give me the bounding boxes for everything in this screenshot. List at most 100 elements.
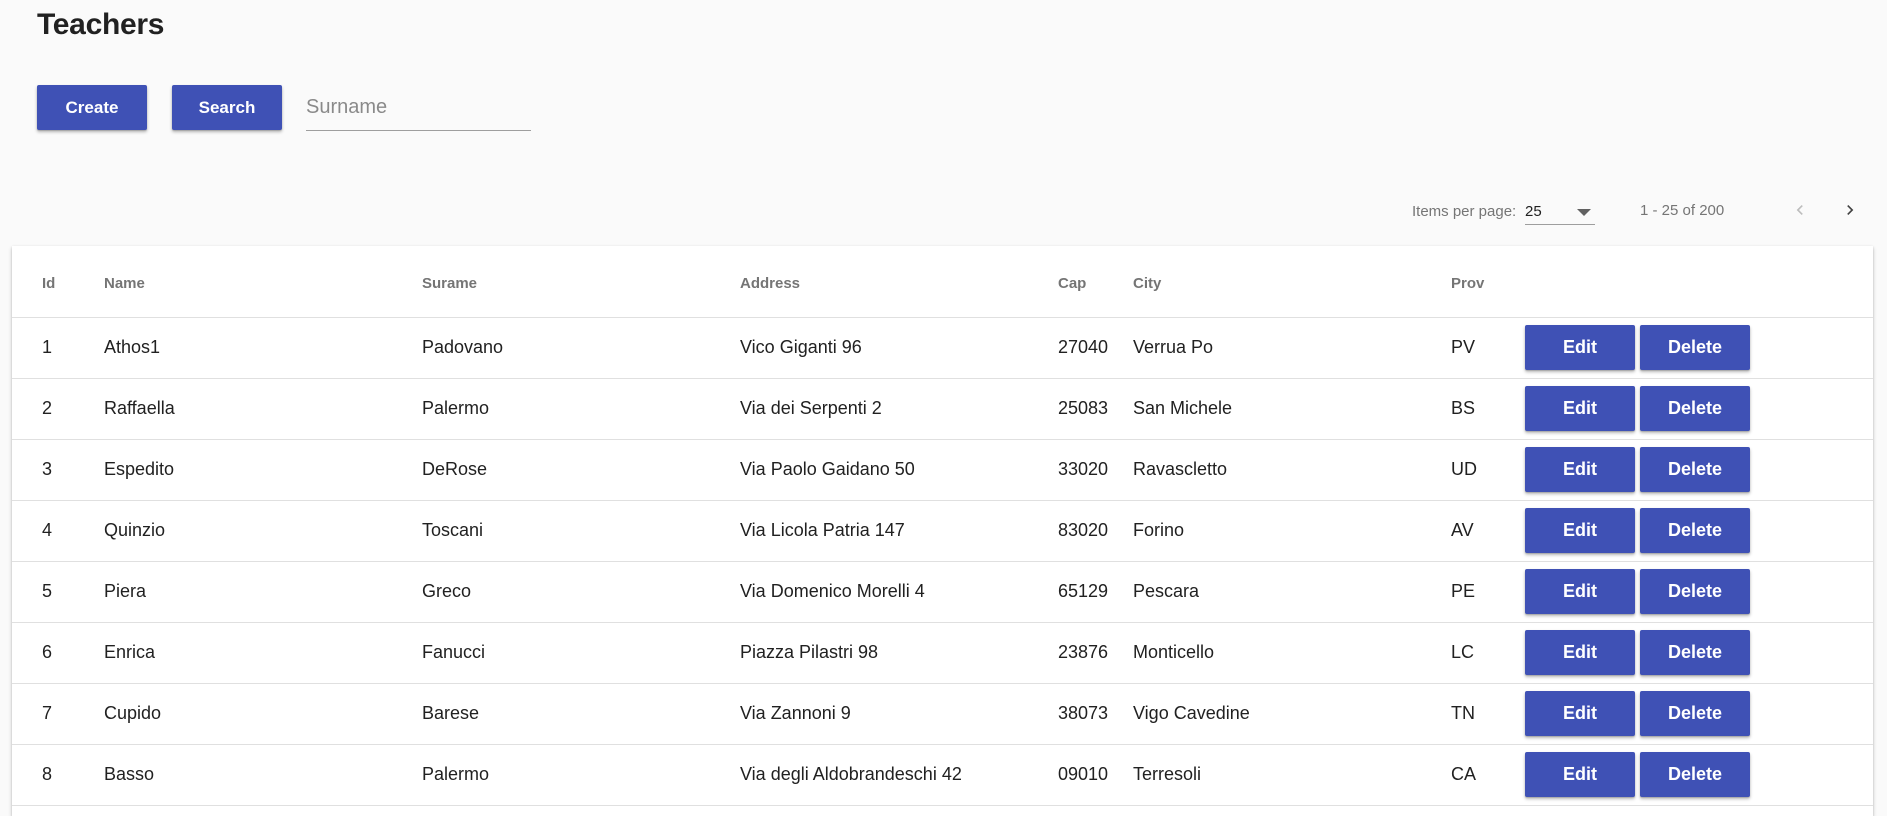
cell-city: Ravascletto [1133, 439, 1451, 501]
cell-surname: DeRose [422, 439, 740, 501]
cell-address: Via Licola Patria 147 [740, 500, 1058, 562]
table-header-row: Id Name Surame Address Cap City Prov [12, 246, 1873, 318]
cell-name: Athos1 [104, 317, 422, 379]
cell-city: Terresoli [1133, 744, 1451, 806]
edit-button[interactable]: Edit [1525, 447, 1635, 492]
cell-name: Cupido [104, 683, 422, 745]
cell-prov: PV [1451, 317, 1525, 379]
cell-name: Quinzio [104, 500, 422, 562]
edit-button[interactable]: Edit [1525, 691, 1635, 736]
delete-button[interactable]: Delete [1640, 691, 1750, 736]
table-row: 4 Quinzio Toscani Via Licola Patria 147 … [12, 500, 1873, 562]
table-row: 7 Cupido Barese Via Zannoni 9 38073 Vigo… [12, 683, 1873, 745]
delete-button[interactable]: Delete [1640, 752, 1750, 797]
chevron-right-icon [1847, 205, 1854, 215]
paginator: Items per page: 25 1 - 25 of 200 [12, 176, 1873, 246]
cell-actions: Edit Delete [1525, 378, 1873, 440]
column-header-cap[interactable]: Cap [1058, 246, 1133, 318]
cell-actions: Edit Delete [1525, 561, 1873, 623]
table-row: 1 Athos1 Padovano Vico Giganti 96 27040 … [12, 317, 1873, 379]
column-header-id[interactable]: Id [12, 246, 104, 318]
cell-cap: 25083 [1058, 378, 1133, 440]
column-header-prov[interactable]: Prov [1451, 246, 1525, 318]
table-row: 2 Raffaella Palermo Via dei Serpenti 2 2… [12, 378, 1873, 440]
cell-surname: Palermo [422, 378, 740, 440]
cell-name: Raffaella [104, 378, 422, 440]
cell-prov: LC [1451, 622, 1525, 684]
cell-surname: Greco [422, 561, 740, 623]
cell-actions: Edit Delete [1525, 744, 1873, 806]
teachers-table-container: Id Name Surame Address Cap City Prov 1 A… [12, 246, 1873, 816]
delete-button[interactable]: Delete [1640, 508, 1750, 553]
cell-address: Via dei Serpenti 2 [740, 378, 1058, 440]
cell-address: Vico Giganti 96 [740, 317, 1058, 379]
cell-cap: 83020 [1058, 500, 1133, 562]
surname-input[interactable] [306, 92, 531, 123]
cell-id: 6 [12, 622, 104, 684]
edit-button[interactable]: Edit [1525, 325, 1635, 370]
toolbar: Create Search [37, 85, 531, 131]
table-row: 8 Basso Palermo Via degli Aldobrandeschi… [12, 744, 1873, 806]
cell-cap: 65129 [1058, 561, 1133, 623]
cell-city: Monticello [1133, 622, 1451, 684]
delete-button[interactable]: Delete [1640, 569, 1750, 614]
edit-button[interactable]: Edit [1525, 630, 1635, 675]
cell-prov: CA [1451, 744, 1525, 806]
delete-button[interactable]: Delete [1640, 630, 1750, 675]
delete-button[interactable]: Delete [1640, 386, 1750, 431]
edit-button[interactable]: Edit [1525, 508, 1635, 553]
cell-name: Espedito [104, 439, 422, 501]
cell-cap: 33020 [1058, 439, 1133, 501]
cell-city: Forino [1133, 500, 1451, 562]
table-row: 5 Piera Greco Via Domenico Morelli 4 651… [12, 561, 1873, 623]
page-size-value: 25 [1525, 203, 1542, 220]
cell-surname: Padovano [422, 317, 740, 379]
column-header-surname[interactable]: Surame [422, 246, 740, 318]
cell-name: Piera [104, 561, 422, 623]
cell-id: 4 [12, 500, 104, 562]
previous-page-button[interactable] [1782, 192, 1818, 228]
cell-actions: Edit Delete [1525, 622, 1873, 684]
cell-city: Vigo Cavedine [1133, 683, 1451, 745]
edit-button[interactable]: Edit [1525, 569, 1635, 614]
delete-button[interactable]: Delete [1640, 325, 1750, 370]
cell-address: Via degli Aldobrandeschi 42 [740, 744, 1058, 806]
column-header-name[interactable]: Name [104, 246, 422, 318]
page-title: Teachers [37, 8, 165, 41]
cell-id: 8 [12, 744, 104, 806]
cell-prov: PE [1451, 561, 1525, 623]
page-range-label: 1 - 25 of 200 [1640, 202, 1725, 219]
items-per-page-label: Items per page: [1412, 203, 1517, 220]
next-page-button[interactable] [1832, 192, 1868, 228]
cell-prov: TN [1451, 683, 1525, 745]
search-button[interactable]: Search [172, 85, 282, 130]
cell-cap: 27040 [1058, 317, 1133, 379]
cell-city: Pescara [1133, 561, 1451, 623]
cell-name: Basso [104, 744, 422, 806]
column-header-actions [1525, 246, 1873, 318]
cell-id: 5 [12, 561, 104, 623]
table-row: 6 Enrica Fanucci Piazza Pilastri 98 2387… [12, 622, 1873, 684]
edit-button[interactable]: Edit [1525, 386, 1635, 431]
edit-button[interactable]: Edit [1525, 752, 1635, 797]
cell-actions: Edit Delete [1525, 500, 1873, 562]
cell-cap: 09010 [1058, 744, 1133, 806]
page-size-select[interactable]: 25 [1525, 198, 1595, 225]
cell-address: Via Zannoni 9 [740, 683, 1058, 745]
cell-surname: Fanucci [422, 622, 740, 684]
cell-name: Enrica [104, 622, 422, 684]
cell-prov: UD [1451, 439, 1525, 501]
column-header-address[interactable]: Address [740, 246, 1058, 318]
chevron-left-icon [1796, 205, 1803, 215]
column-header-city[interactable]: City [1133, 246, 1451, 318]
cell-address: Via Domenico Morelli 4 [740, 561, 1058, 623]
cell-id: 2 [12, 378, 104, 440]
teachers-card: Items per page: 25 1 - 25 of 200 Id Name… [12, 176, 1873, 816]
cell-city: Verrua Po [1133, 317, 1451, 379]
table-row: 3 Espedito DeRose Via Paolo Gaidano 50 3… [12, 439, 1873, 501]
cell-prov: BS [1451, 378, 1525, 440]
create-button[interactable]: Create [37, 85, 147, 130]
cell-city: San Michele [1133, 378, 1451, 440]
delete-button[interactable]: Delete [1640, 447, 1750, 492]
cell-prov: AV [1451, 500, 1525, 562]
